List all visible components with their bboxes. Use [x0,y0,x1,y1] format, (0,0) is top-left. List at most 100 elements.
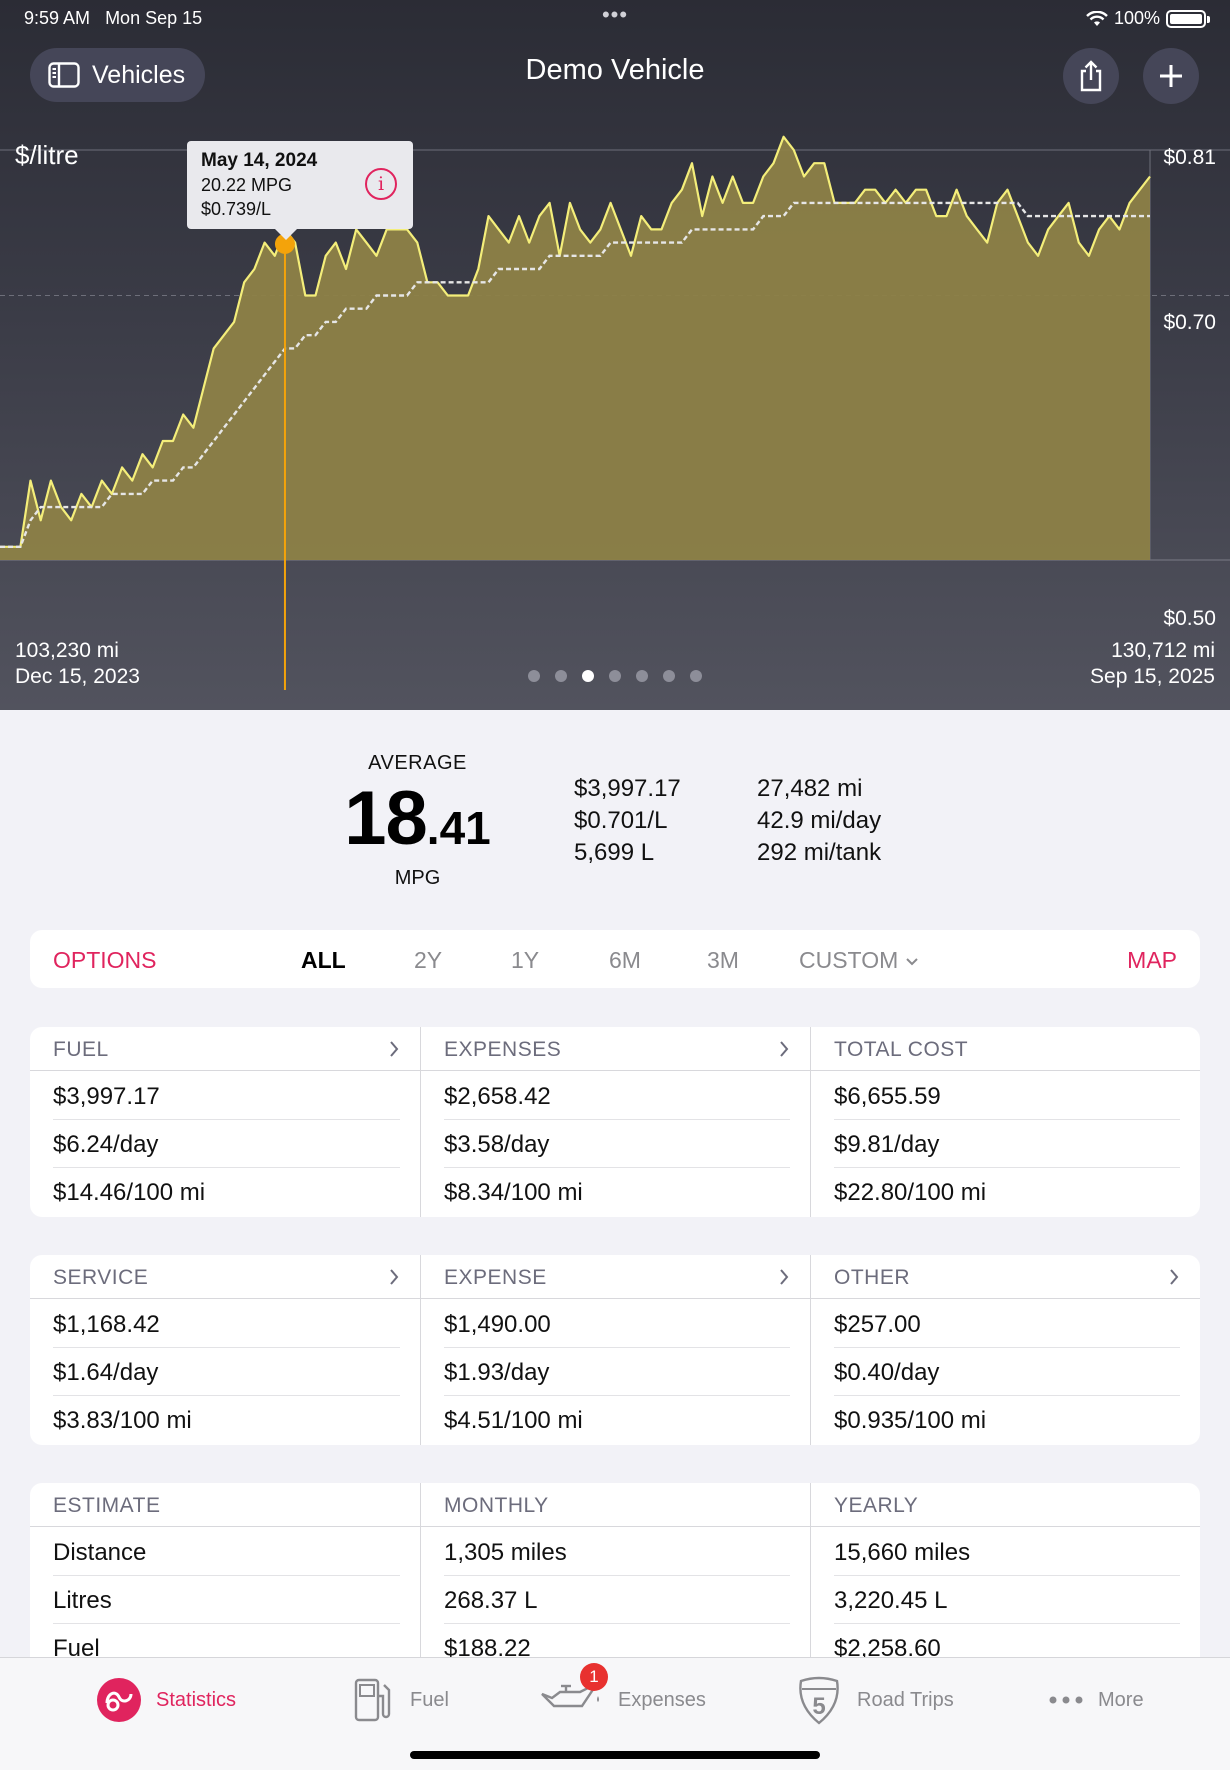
expenses-badge: 1 [580,1663,608,1691]
wifi-icon [1086,10,1108,26]
status-bar: 9:59 AM Mon Sep 15 ••• 100% [24,2,1210,36]
other-header[interactable]: OTHER [811,1255,1200,1299]
summary-mi-per-day: 42.9 mi/day [757,807,882,834]
app-root: 9:59 AM Mon Sep 15 ••• 100% Vehicles Dem… [0,0,1230,1770]
average-value: 18.41 [330,775,505,862]
fuel-column[interactable]: FUEL $3,997.17 $6.24/day $14.46/100 mi [30,1027,420,1217]
page-dot[interactable] [582,670,594,682]
service-per-day: $1.64/day [53,1348,400,1396]
page-title: Demo Vehicle [525,54,705,86]
map-button[interactable]: MAP [1127,947,1177,974]
yearly-distance: 15,660 miles [834,1528,1180,1576]
chart-end: 130,712 mi Sep 15, 2025 [1090,638,1215,690]
status-time: 9:59 AM Mon Sep 15 [24,8,202,29]
fuel-header[interactable]: FUEL [30,1027,420,1071]
range-1y[interactable]: 1Y [511,947,539,974]
service-column[interactable]: SERVICE $1,168.42 $1.64/day $3.83/100 mi [30,1255,420,1445]
start-odometer: 103,230 mi [15,639,119,662]
end-odometer: 130,712 mi [1111,639,1215,662]
summary-distance-column: 27,482 mi 42.9 mi/day 292 mi/tank [757,773,881,869]
battery-icon [1166,9,1210,28]
cost-card: FUEL $3,997.17 $6.24/day $14.46/100 mi E… [30,1027,1200,1217]
range-2y[interactable]: 2Y [414,947,442,974]
page-dot[interactable] [609,670,621,682]
expenses-header[interactable]: EXPENSES [421,1027,810,1071]
estimate-title: ESTIMATE [53,1494,161,1517]
estimate-card: ESTIMATE Distance Litres Fuel MONTHLY 1,… [30,1483,1200,1673]
total-cost-column: TOTAL COST $6,655.59 $9.81/day $22.80/10… [810,1027,1200,1217]
expense-column[interactable]: EXPENSE $1,490.00 $1.93/day $4.51/100 mi [420,1255,810,1445]
battery-percent: 100% [1113,8,1160,28]
range-custom[interactable]: CUSTOM [799,947,919,974]
estimate-litres-label: Litres [53,1576,400,1624]
service-total: $1,168.42 [53,1300,400,1348]
yearly-column: YEARLY 15,660 miles 3,220.45 L $2,258.60 [810,1483,1200,1673]
range-3m[interactable]: 3M [707,947,739,974]
summary-mi-per-tank: 292 mi/tank [757,839,882,866]
summary-total-fuel-cost: $3,997.17 [574,775,681,802]
service-title: SERVICE [53,1266,149,1289]
chevron-right-icon [390,1269,399,1285]
share-button[interactable] [1063,48,1119,104]
range-all[interactable]: ALL [301,947,346,974]
options-button[interactable]: OPTIONS [53,947,157,974]
fuel-title: FUEL [53,1038,109,1061]
expenses-column[interactable]: EXPENSES $2,658.42 $3.58/day $8.34/100 m… [420,1027,810,1217]
summary: AVERAGE 18.41 MPG $3,997.17 $0.701/L 5,6… [0,745,1230,895]
fuel-per-100mi: $14.46/100 mi [53,1179,206,1206]
other-column[interactable]: OTHER $257.00 $0.40/day $0.935/100 mi [810,1255,1200,1445]
page-dot[interactable] [663,670,675,682]
other-per-100mi: $0.935/100 mi [834,1407,987,1434]
nav-bar: Vehicles Demo Vehicle [0,46,1230,104]
monthly-title: MONTHLY [444,1494,549,1517]
page-dot[interactable] [528,670,540,682]
tab-expenses[interactable]: Expenses 1 [538,1663,706,1725]
page-dot[interactable] [636,670,648,682]
add-button[interactable] [1143,48,1199,104]
other-per-day: $0.40/day [834,1348,1180,1396]
chart-start: 103,230 mi Dec 15, 2023 [15,638,140,690]
tooltip-date: May 14, 2024 [201,150,318,171]
chart-canvas[interactable] [0,130,1230,710]
expense-header[interactable]: EXPENSE [421,1255,810,1299]
expenses-total: $2,658.42 [444,1072,790,1120]
average-int: 18 [344,776,428,861]
service-header[interactable]: SERVICE [30,1255,420,1299]
monthly-distance: 1,305 miles [444,1528,790,1576]
chart-header: 9:59 AM Mon Sep 15 ••• 100% Vehicles Dem… [0,0,1230,710]
tab-statistics-label: Statistics [156,1688,237,1711]
tooltip-price: $0.739/L [201,199,272,219]
chevron-right-icon [1170,1269,1179,1285]
interstate-shield-icon: 5 [799,1676,839,1725]
statistics-icon [97,1678,141,1722]
page-dot[interactable] [690,670,702,682]
info-icon[interactable]: i [365,168,397,200]
y-tick-mid: $0.70 [1163,311,1216,334]
price-chart[interactable]: $/litre $0.81 $0.70 $0.50 103,230 mi Dec… [0,130,1230,710]
estimate-distance-label: Distance [53,1528,400,1576]
tab-road-trips[interactable]: 5 Road Trips [795,1675,954,1725]
home-indicator[interactable] [410,1751,820,1759]
page-dot[interactable] [555,670,567,682]
chart-unit-label: $/litre [15,140,79,170]
chevron-down-icon [905,958,918,966]
total-cost-per-day: $9.81/day [834,1120,1180,1168]
multitasking-dots[interactable]: ••• [602,2,628,28]
expenses-title: EXPENSES [444,1038,562,1061]
fuel-total: $3,997.17 [53,1072,400,1120]
expense-per-day: $1.93/day [444,1348,790,1396]
tab-statistics[interactable]: Statistics [96,1675,236,1725]
yearly-litres: 3,220.45 L [834,1576,1180,1624]
chart-tooltip[interactable]: May 14, 2024 20.22 MPG $0.739/L i [187,141,413,240]
tab-more[interactable]: More [1048,1675,1144,1725]
range-6m[interactable]: 6M [609,947,641,974]
average-label: AVERAGE [368,752,467,774]
page-indicator[interactable] [0,670,1230,682]
summary-distance: 27,482 mi [757,775,863,802]
tab-fuel[interactable]: Fuel [352,1675,449,1725]
summary-cost-column: $3,997.17 $0.701/L 5,699 L [574,773,681,869]
service-per-100mi: $3.83/100 mi [53,1407,192,1434]
expenses-per-day: $3.58/day [444,1120,790,1168]
tab-fuel-label: Fuel [410,1688,449,1711]
y-tick-top: $0.81 [1163,146,1216,169]
